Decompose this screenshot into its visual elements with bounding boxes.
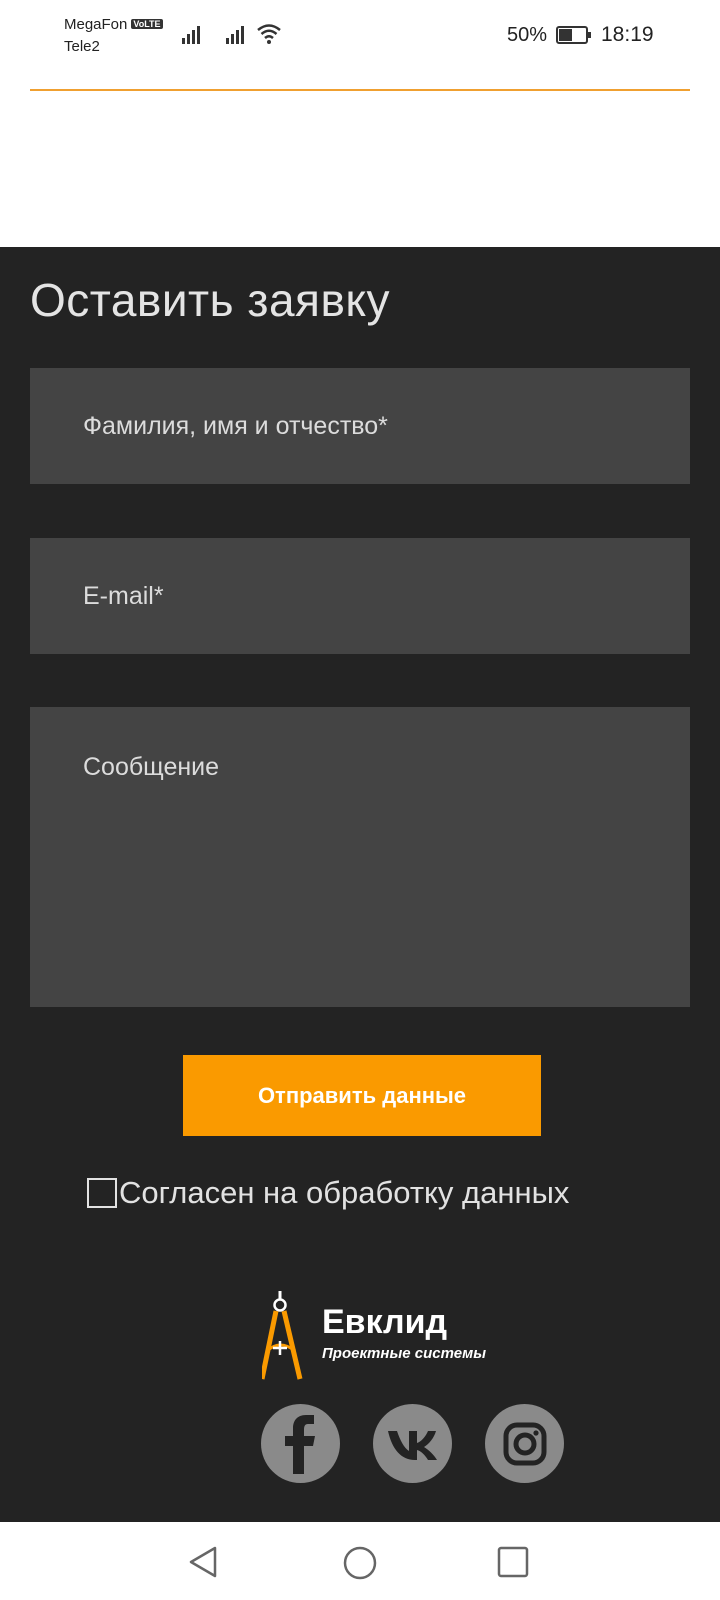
compass-icon bbox=[259, 1291, 303, 1380]
instagram-icon[interactable] bbox=[485, 1404, 564, 1483]
battery-icon bbox=[556, 26, 591, 44]
logo-name: Евклид bbox=[322, 1303, 448, 1341]
clock: 18:19 bbox=[601, 23, 654, 46]
consent-label: Согласен на обработку данных bbox=[119, 1175, 570, 1210]
status-bar: MegaFon VoLTE Tele2 50% 18:19 bbox=[0, 0, 720, 70]
signal-icon bbox=[182, 26, 200, 44]
back-icon[interactable] bbox=[188, 1546, 218, 1578]
navigation-bar bbox=[0, 1522, 720, 1600]
consent-checkbox[interactable] bbox=[87, 1178, 117, 1208]
carrier-primary-name: MegaFon bbox=[64, 16, 128, 33]
consent-row[interactable]: Согласен на обработку данных bbox=[87, 1175, 569, 1211]
submit-button[interactable]: Отправить данные bbox=[183, 1055, 541, 1136]
volte-badge: VoLTE bbox=[131, 19, 163, 29]
social-links bbox=[261, 1404, 564, 1483]
vk-icon[interactable] bbox=[373, 1404, 452, 1483]
logo-tagline: Проектные системы bbox=[322, 1345, 487, 1362]
home-icon[interactable] bbox=[343, 1546, 377, 1580]
wifi-icon bbox=[257, 24, 281, 44]
recents-icon[interactable] bbox=[497, 1546, 529, 1578]
facebook-icon[interactable] bbox=[261, 1404, 340, 1483]
contact-form-section: Оставить заявку Отправить данные Согласе… bbox=[0, 247, 720, 1522]
header-divider bbox=[30, 89, 690, 91]
battery-percent: 50% bbox=[507, 24, 548, 46]
form-title: Оставить заявку bbox=[30, 274, 391, 326]
carrier-secondary: Tele2 bbox=[64, 38, 100, 55]
message-textarea[interactable] bbox=[30, 707, 690, 1007]
carrier-primary: MegaFon VoLTE bbox=[64, 16, 163, 33]
email-input[interactable] bbox=[30, 538, 690, 654]
company-logo: Евклид Проектные системы bbox=[259, 1291, 486, 1388]
full-name-input[interactable] bbox=[30, 368, 690, 484]
signal-icon-secondary bbox=[226, 26, 244, 44]
